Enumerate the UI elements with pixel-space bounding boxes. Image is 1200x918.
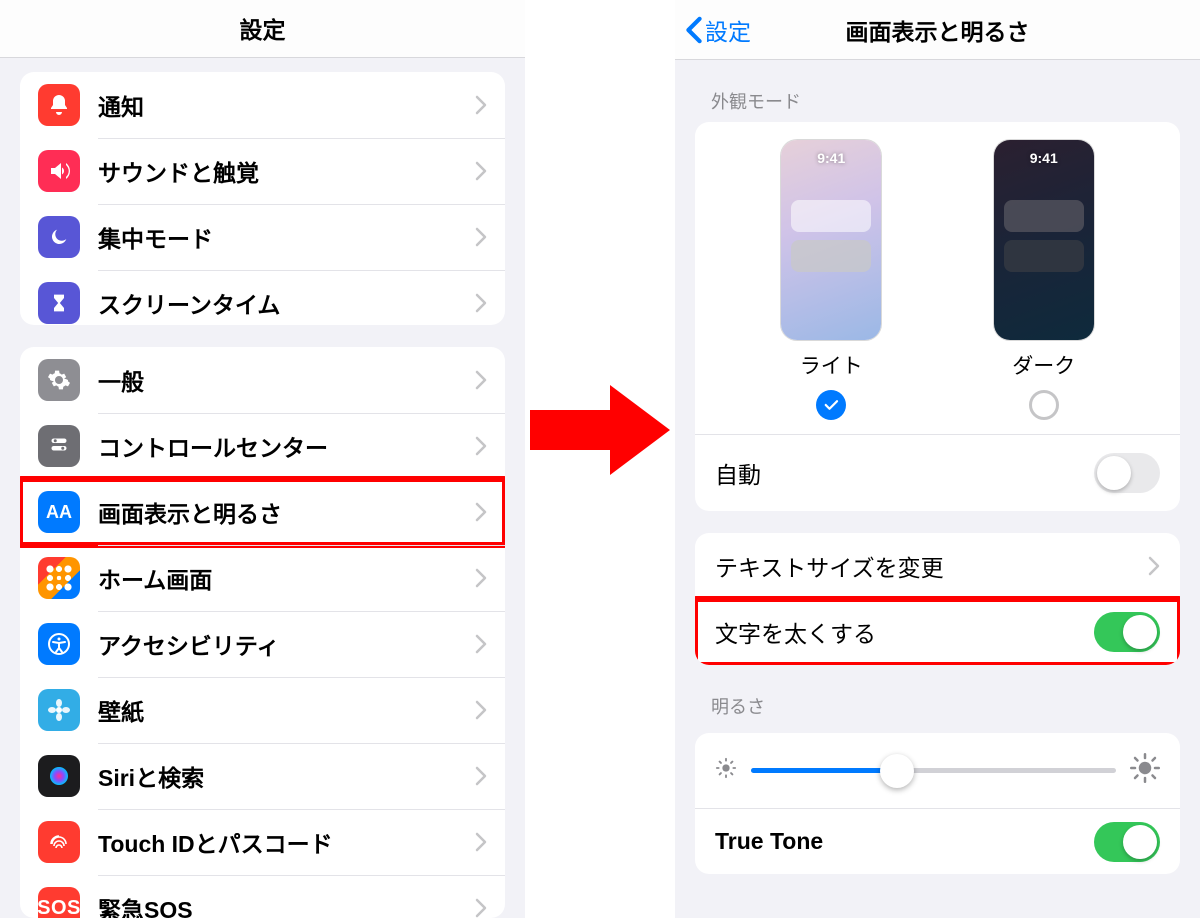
light-preview: 9:41 xyxy=(781,140,881,340)
row-label: サウンドと触覚 xyxy=(98,154,475,188)
light-label: ライト xyxy=(800,350,863,380)
radio-checked-icon xyxy=(816,390,846,420)
appearance-header: 外観モード xyxy=(711,88,1164,114)
row-label: 一般 xyxy=(98,363,475,397)
preview-time: 9:41 xyxy=(994,150,1094,166)
bold-text-toggle[interactable] xyxy=(1094,612,1160,652)
appearance-dark[interactable]: 9:41 ダーク xyxy=(994,140,1094,420)
siri-icon xyxy=(38,755,80,797)
row-touchid[interactable]: Touch IDとパスコード xyxy=(20,809,505,875)
sun-max-icon xyxy=(1130,753,1160,788)
row-bold-text[interactable]: 文字を太くする xyxy=(695,599,1180,665)
row-sos[interactable]: SOS 緊急SOS xyxy=(20,875,505,918)
chevron-right-icon xyxy=(475,436,487,456)
sun-min-icon xyxy=(715,757,737,784)
row-accessibility[interactable]: アクセシビリティ xyxy=(20,611,505,677)
preview-time: 9:41 xyxy=(781,150,881,166)
row-display-brightness[interactable]: AA 画面表示と明るさ xyxy=(20,479,505,545)
appearance-card: 9:41 ライト 9:41 ダーク xyxy=(695,122,1180,511)
row-controlcenter[interactable]: コントロールセンター xyxy=(20,413,505,479)
text-group: テキストサイズを変更 文字を太くする xyxy=(695,533,1180,665)
row-label: コントロールセンター xyxy=(98,429,475,463)
chevron-right-icon xyxy=(475,634,487,654)
page-title: 画面表示と明るさ xyxy=(846,13,1030,47)
row-label: テキストサイズを変更 xyxy=(715,549,1148,583)
row-focus[interactable]: 集中モード xyxy=(20,204,505,270)
navbar: 設定 xyxy=(0,0,525,58)
row-sounds[interactable]: サウンドと触覚 xyxy=(20,138,505,204)
back-label: 設定 xyxy=(705,13,751,47)
brightness-slider[interactable] xyxy=(751,768,1116,773)
hourglass-icon xyxy=(38,282,80,324)
row-label: 文字を太くする xyxy=(715,615,1094,649)
row-label: Siriと検索 xyxy=(98,759,475,793)
row-siri[interactable]: Siriと検索 xyxy=(20,743,505,809)
brightness-header: 明るさ xyxy=(711,693,1164,719)
accessibility-icon xyxy=(38,623,80,665)
row-screentime[interactable]: スクリーンタイム xyxy=(20,270,505,326)
auto-label: 自動 xyxy=(715,456,761,490)
row-label: 通知 xyxy=(98,88,475,122)
chevron-right-icon xyxy=(475,832,487,852)
row-wallpaper[interactable]: 壁紙 xyxy=(20,677,505,743)
appearance-light[interactable]: 9:41 ライト xyxy=(781,140,881,420)
row-label: 集中モード xyxy=(98,220,475,254)
row-label: 緊急SOS xyxy=(98,891,475,918)
settings-root-screen: 設定 通知 サウンドと触覚 集中モード xyxy=(0,0,525,918)
radio-unchecked-icon xyxy=(1029,390,1059,420)
chevron-right-icon xyxy=(475,568,487,588)
row-homescreen[interactable]: ホーム画面 xyxy=(20,545,505,611)
gear-icon xyxy=(38,359,80,401)
chevron-right-icon xyxy=(475,370,487,390)
brightness-slider-row xyxy=(695,733,1180,808)
text-size-icon: AA xyxy=(38,491,80,533)
speaker-icon xyxy=(38,150,80,192)
bell-icon xyxy=(38,84,80,126)
row-label: 壁紙 xyxy=(98,693,475,727)
row-label: 画面表示と明るさ xyxy=(98,495,475,529)
row-truetone[interactable]: True Tone xyxy=(695,808,1180,874)
row-text-size[interactable]: テキストサイズを変更 xyxy=(695,533,1180,599)
row-general[interactable]: 一般 xyxy=(20,347,505,413)
row-label: Touch IDとパスコード xyxy=(98,825,475,859)
navbar: 設定 画面表示と明るさ xyxy=(675,0,1200,60)
slider-thumb[interactable] xyxy=(880,754,914,788)
row-label: スクリーンタイム xyxy=(98,286,475,320)
chevron-right-icon xyxy=(1148,556,1160,576)
row-auto-appearance[interactable]: 自動 xyxy=(695,434,1180,511)
switches-icon xyxy=(38,425,80,467)
chevron-right-icon xyxy=(475,700,487,720)
chevron-right-icon xyxy=(475,898,487,918)
row-label: True Tone xyxy=(715,828,1094,855)
app-grid-icon xyxy=(38,557,80,599)
fingerprint-icon xyxy=(38,821,80,863)
moon-icon xyxy=(38,216,80,258)
truetone-toggle[interactable] xyxy=(1094,822,1160,862)
chevron-right-icon xyxy=(475,502,487,522)
row-label: アクセシビリティ xyxy=(98,627,475,661)
chevron-right-icon xyxy=(475,766,487,786)
display-brightness-screen: 設定 画面表示と明るさ 外観モード 9:41 ライト xyxy=(675,0,1200,918)
chevron-right-icon xyxy=(475,227,487,247)
auto-toggle[interactable] xyxy=(1094,453,1160,493)
appearance-options: 9:41 ライト 9:41 ダーク xyxy=(695,140,1180,434)
chevron-right-icon xyxy=(475,293,487,313)
row-label: ホーム画面 xyxy=(98,561,475,595)
dark-preview: 9:41 xyxy=(994,140,1094,340)
dark-label: ダーク xyxy=(1012,350,1075,380)
settings-group-1: 通知 サウンドと触覚 集中モード スクリ xyxy=(20,72,505,326)
brightness-group: True Tone xyxy=(695,733,1180,874)
page-title: 設定 xyxy=(240,11,286,45)
chevron-right-icon xyxy=(475,95,487,115)
row-notifications[interactable]: 通知 xyxy=(20,72,505,138)
chevron-right-icon xyxy=(475,161,487,181)
back-button[interactable]: 設定 xyxy=(685,0,751,59)
settings-group-2: 一般 コントロールセンター AA 画面表示と明るさ ホーム画面 xyxy=(20,347,505,918)
sos-icon: SOS xyxy=(38,887,80,918)
flower-icon xyxy=(38,689,80,731)
